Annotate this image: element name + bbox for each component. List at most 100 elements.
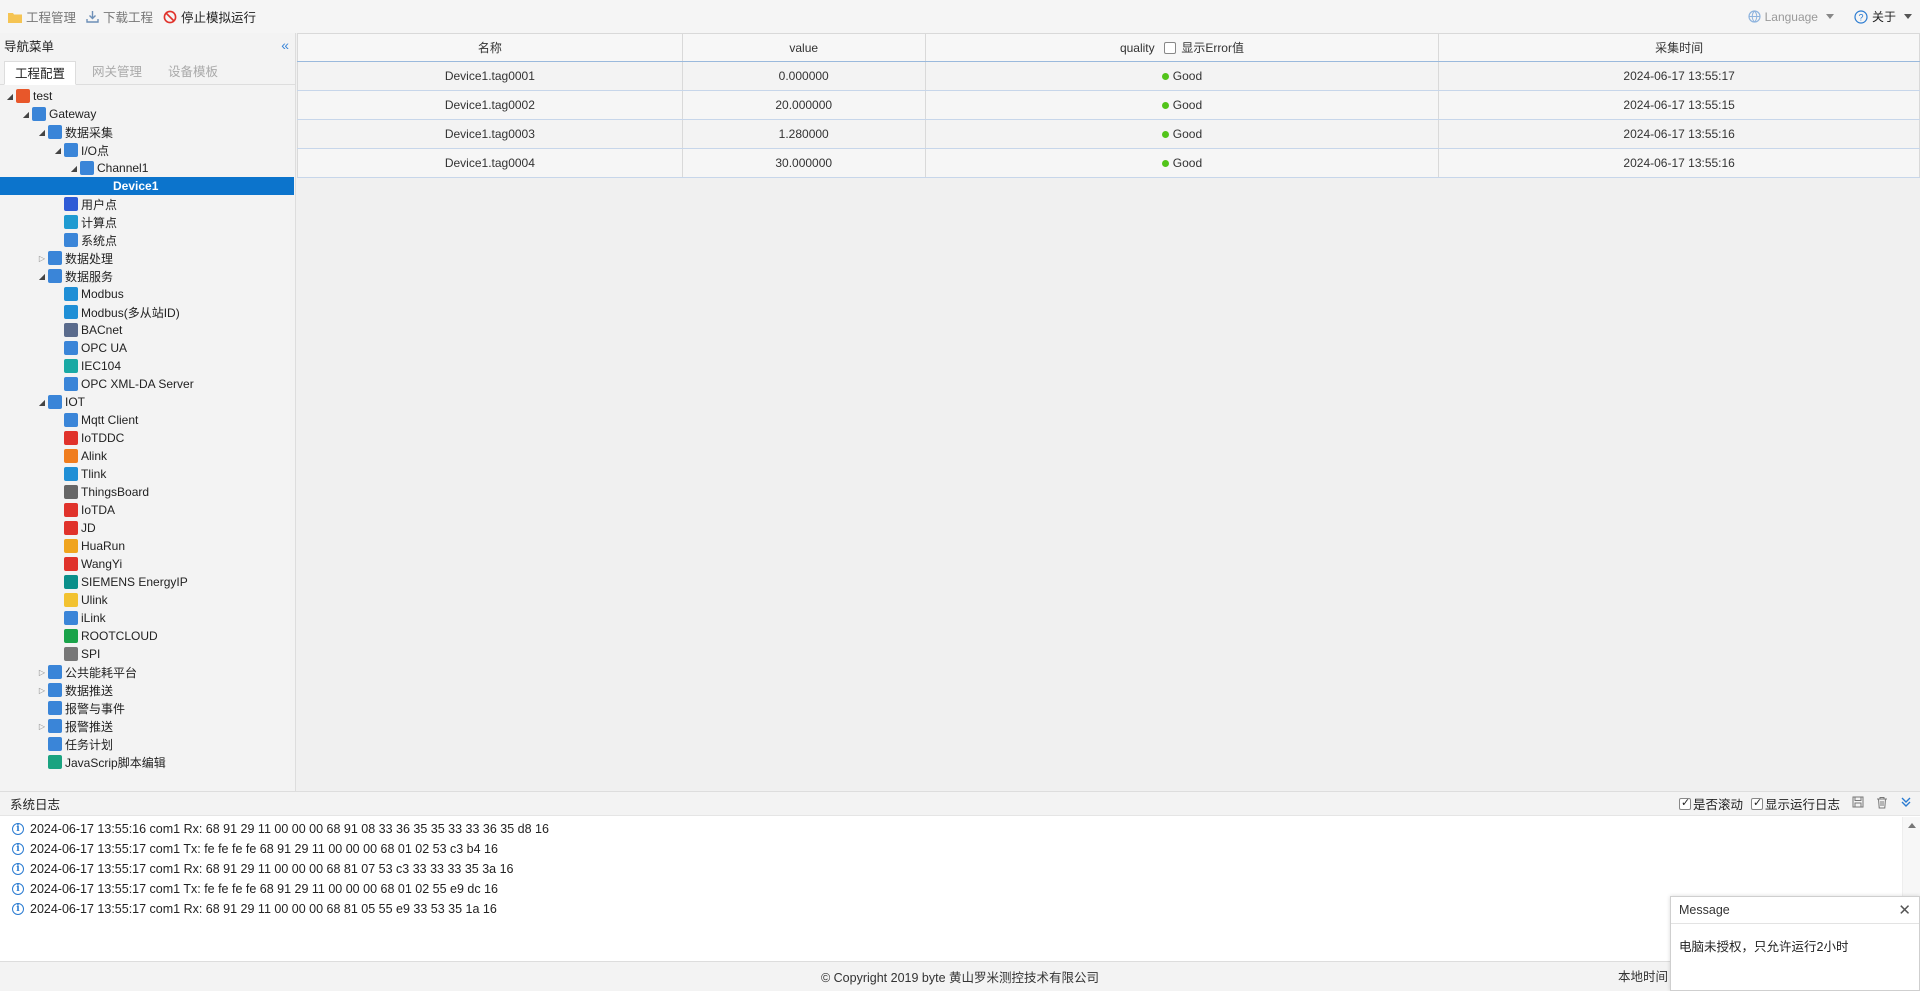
tree-item-ulink[interactable]: Ulink: [0, 591, 295, 609]
tree-item-alarm-push[interactable]: ▷ 报警推送: [0, 717, 295, 735]
tree-item-device[interactable]: Device1: [0, 177, 294, 195]
tree-item-thingsboard[interactable]: ThingsBoard: [0, 483, 295, 501]
col-header-time[interactable]: 采集时间: [1438, 33, 1920, 62]
collapse-log-icon[interactable]: [1900, 796, 1912, 811]
tree-item-gateway[interactable]: ◢ Gateway: [0, 105, 295, 123]
tree-item-siemens[interactable]: SIEMENS EnergyIP: [0, 573, 295, 591]
tree-item-jd[interactable]: JD: [0, 519, 295, 537]
tree-item-script[interactable]: JavaScrip脚本编辑: [0, 753, 295, 771]
tree-item-spi[interactable]: SPI: [0, 645, 295, 663]
expanded-toggle-icon[interactable]: ◢: [20, 110, 32, 119]
tree-item-tlink[interactable]: Tlink: [0, 465, 295, 483]
tree-item-channel[interactable]: ◢ Channel1: [0, 159, 295, 177]
tree-item-data-collect[interactable]: ◢ 数据采集: [0, 123, 295, 141]
message-title: Message: [1679, 903, 1730, 917]
tree-item-io[interactable]: ◢ I/O点: [0, 141, 295, 159]
tree-item-label: 公共能耗平台: [65, 665, 138, 680]
expanded-toggle-icon[interactable]: ◢: [36, 398, 48, 407]
col-header-quality[interactable]: quality 显示Error值: [924, 33, 1440, 62]
tab-gateway-mgmt[interactable]: 网关管理: [82, 60, 152, 84]
auto-scroll-toggle[interactable]: 是否滚动: [1678, 794, 1743, 813]
collapsed-toggle-icon[interactable]: ▷: [36, 668, 48, 677]
expanded-toggle-icon[interactable]: ◢: [68, 164, 80, 173]
tree-item-stack[interactable]: ◢ test: [0, 87, 295, 105]
cell-value-text: 1.280000: [778, 127, 829, 141]
tree-item-label: BACnet: [81, 323, 123, 337]
cell-name-text: Device1.tag0001: [444, 69, 535, 83]
expanded-toggle-icon[interactable]: ◢: [52, 146, 64, 155]
tree-item-mqtt[interactable]: Mqtt Client: [0, 411, 295, 429]
message-popup: Message ✕ 电脑未授权，只允许运行2小时: [1670, 896, 1920, 991]
cell-name: Device1.tag0001: [297, 61, 683, 91]
info-icon: i: [12, 843, 24, 855]
expanded-toggle-icon[interactable]: ◢: [36, 128, 48, 137]
tree-item-label: Tlink: [81, 467, 107, 481]
delete-log-icon[interactable]: [1876, 796, 1888, 812]
cell-quality: Good: [924, 119, 1440, 149]
expanded-toggle-icon[interactable]: ◢: [4, 92, 16, 101]
collapsed-toggle-icon[interactable]: ▷: [36, 254, 48, 263]
cell-value-text: 0.000000: [778, 69, 829, 83]
col-header-name[interactable]: 名称: [297, 33, 683, 62]
tree-item-opcua[interactable]: OPC UA: [0, 339, 295, 357]
about-dropdown[interactable]: ? 关于: [1854, 8, 1912, 25]
tab-device-template[interactable]: 设备模板: [158, 60, 228, 84]
tab-project-config[interactable]: 工程配置: [4, 61, 77, 85]
show-run-log-checkbox[interactable]: [1750, 796, 1763, 810]
tree-item-iotddc[interactable]: IoTDDC: [0, 429, 295, 447]
iot-icon: [48, 395, 62, 409]
spi-icon: [64, 647, 78, 661]
tree-item-wangyi[interactable]: WangYi: [0, 555, 295, 573]
download-project-button[interactable]: 下载工程: [86, 7, 153, 26]
tree-item-opc-xml[interactable]: OPC XML-DA Server: [0, 375, 295, 393]
project-mgmt-button[interactable]: 工程管理: [8, 7, 76, 26]
collapse-left-icon[interactable]: «: [281, 37, 289, 53]
cell-time-text: 2024-06-17 13:55:17: [1623, 69, 1735, 83]
toolbar-right: Language ? 关于: [1747, 0, 1912, 33]
tree-item-huawei[interactable]: IoTDA: [0, 501, 295, 519]
rootcloud-icon: [64, 629, 78, 643]
cell-quality-text: Good: [1172, 156, 1203, 170]
save-log-icon[interactable]: [1852, 796, 1864, 811]
show-run-log-toggle[interactable]: 显示运行日志: [1750, 794, 1840, 813]
table-row[interactable]: Device1.tag0003 1.280000 Good 2024-06-17 13…: [297, 119, 1920, 149]
modbus-icon: [64, 287, 78, 301]
tree-item-alink[interactable]: Alink: [0, 447, 295, 465]
tree-item-label: ThingsBoard: [81, 485, 150, 499]
scroll-up-icon[interactable]: [1908, 823, 1916, 828]
tree-item-bacnet[interactable]: BACnet: [0, 321, 295, 339]
tree-item-task-plan[interactable]: 任务计划: [0, 735, 295, 753]
table-row[interactable]: Device1.tag0004 30.000000 Good 2024-06-17 1…: [297, 148, 1920, 178]
tree-item-ilink[interactable]: iLink: [0, 609, 295, 627]
stop-simulation-button[interactable]: 停止模拟运行: [163, 7, 256, 26]
language-dropdown[interactable]: Language: [1747, 10, 1834, 24]
auto-scroll-checkbox[interactable]: [1678, 796, 1691, 810]
tree-item-label: 数据服务: [65, 269, 114, 284]
tree-item-iot[interactable]: ◢ IOT: [0, 393, 295, 411]
collapsed-toggle-icon[interactable]: ▷: [36, 722, 48, 731]
tree-item-rootcloud[interactable]: ROOTCLOUD: [0, 627, 295, 645]
cell-name: Device1.tag0004: [297, 148, 683, 178]
tree-item-system-point[interactable]: 系统点: [0, 231, 295, 249]
tree-item-calc-point[interactable]: 计算点: [0, 213, 295, 231]
expanded-toggle-icon[interactable]: ◢: [36, 272, 48, 281]
table-row[interactable]: Device1.tag0002 20.000000 Good 2024-06-17 1…: [297, 90, 1920, 120]
tree-item-data-push[interactable]: ▷ 数据推送: [0, 681, 295, 699]
tree-item-label: Device1: [113, 179, 159, 193]
table-row[interactable]: Device1.tag0001 0.000000 Good 2024-06-17 13…: [297, 61, 1920, 91]
opc-xml-icon: [64, 377, 78, 391]
col-header-value[interactable]: value: [681, 33, 926, 62]
collapsed-toggle-icon[interactable]: ▷: [36, 686, 48, 695]
tree-item-energy-platform[interactable]: ▷ 公共能耗平台: [0, 663, 295, 681]
show-error-checkbox[interactable]: [1163, 42, 1176, 54]
project-mgmt-label: 工程管理: [26, 11, 77, 25]
tree-item-modbus[interactable]: Modbus: [0, 285, 295, 303]
tree-item-bell[interactable]: 报警与事件: [0, 699, 295, 717]
tree-item-data-service[interactable]: ◢ 数据服务: [0, 267, 295, 285]
close-icon[interactable]: ✕: [1898, 901, 1911, 919]
tree-item-user-point[interactable]: 用户点: [0, 195, 295, 213]
tree-item-huarun[interactable]: HuaRun: [0, 537, 295, 555]
tree-item-data-process[interactable]: ▷ 数据处理: [0, 249, 295, 267]
tree-item-modbus-multi[interactable]: Modbus(多从站ID): [0, 303, 295, 321]
tree-item-iec104[interactable]: IEC104: [0, 357, 295, 375]
